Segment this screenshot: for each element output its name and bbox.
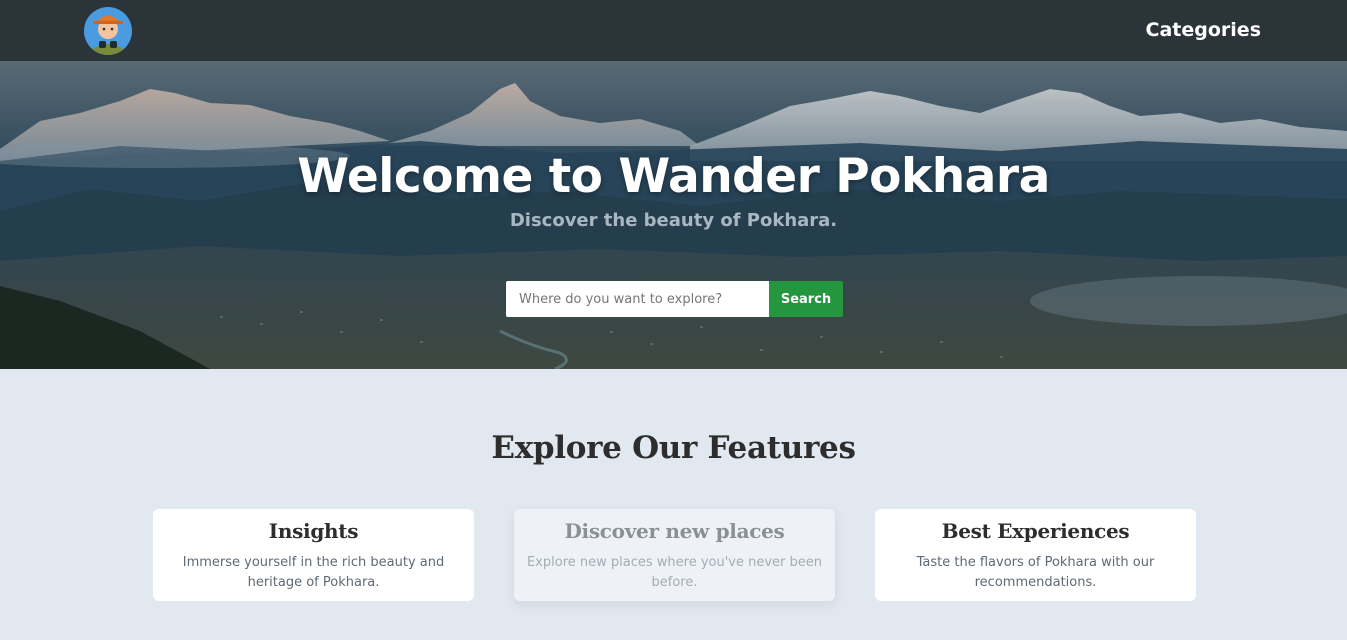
feature-card-title: Discover new places xyxy=(564,519,785,543)
hero-subtitle: Discover the beauty of Pokhara. xyxy=(509,210,838,231)
hero-banner: Welcome to Wander Pokhara Discover the b… xyxy=(0,61,1347,369)
search-form: Search xyxy=(506,281,843,317)
explorer-avatar-icon[interactable] xyxy=(84,7,132,55)
feature-card-title: Insights xyxy=(268,519,359,543)
feature-card-insights[interactable]: Insights Immerse yourself in the rich be… xyxy=(153,509,474,601)
feature-card-best-experiences[interactable]: Best Experiences Taste the flavors of Po… xyxy=(875,509,1196,601)
feature-card-text: Explore new places where you've never be… xyxy=(526,555,823,590)
feature-card-text: Immerse yourself in the rich beauty and … xyxy=(182,555,445,590)
hero-title: Welcome to Wander Pokhara xyxy=(297,149,1050,204)
feature-card-discover-new-places[interactable]: Discover new places Explore new places w… xyxy=(514,509,835,601)
search-button[interactable]: Search xyxy=(769,281,843,317)
nav-categories-link[interactable]: Categories xyxy=(1146,19,1261,41)
search-input[interactable] xyxy=(506,281,769,317)
feature-card-text: Taste the flavors of Pokhara with our re… xyxy=(916,555,1155,590)
features-heading: Explore Our Features xyxy=(491,430,856,466)
navbar: Categories xyxy=(0,0,1347,61)
feature-card-title: Best Experiences xyxy=(941,519,1130,543)
